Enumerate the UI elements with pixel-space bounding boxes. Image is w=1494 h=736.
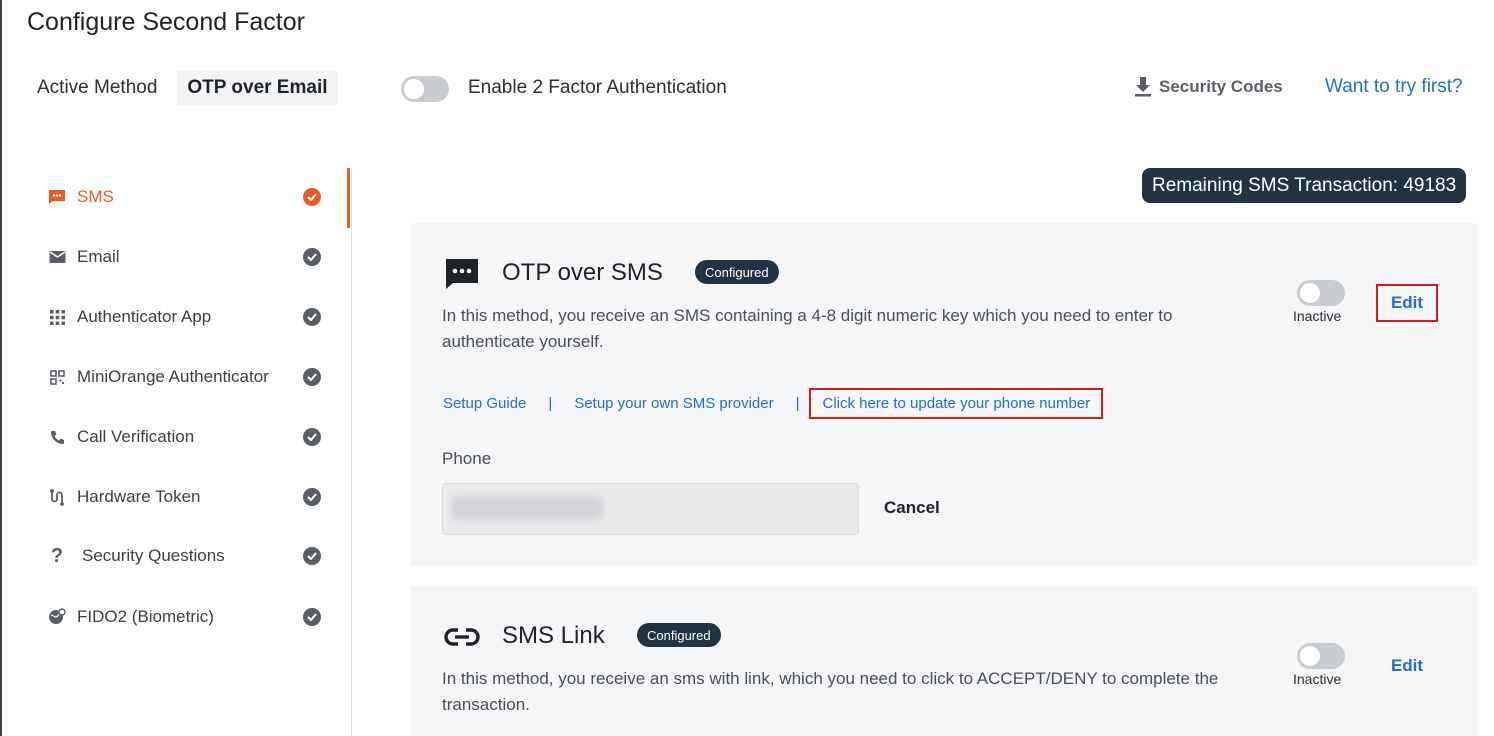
edit-button[interactable]: Edit [1376, 647, 1438, 685]
sms-icon [47, 187, 67, 207]
sidebar-item-label: MiniOrange Authenticator [77, 367, 269, 386]
want-to-try-first-link[interactable]: Want to try first? [1325, 76, 1463, 98]
method-sidebar: SMS Email Authenticator App MiniOrange A… [27, 168, 352, 736]
link-separator: | [795, 395, 800, 412]
remaining-sms-badge: Remaining SMS Transaction: 49183 [1142, 168, 1467, 203]
toggle-knob [1300, 283, 1320, 303]
method-status: Inactive [1293, 671, 1342, 687]
check-circle-icon [303, 368, 321, 386]
sidebar-item-label: Email [77, 247, 120, 266]
sidebar-active-indicator [347, 168, 350, 228]
question-icon: ? [50, 544, 64, 567]
toggle-knob [1300, 646, 1320, 666]
sidebar-item-label: SMS [77, 187, 114, 206]
link-icon [443, 618, 481, 656]
sidebar-item-security-questions[interactable]: ? Security Questions [47, 541, 327, 571]
method-description: In this method, you receive an sms with … [442, 669, 1219, 714]
own-sms-provider-link[interactable]: Setup your own SMS provider [574, 395, 773, 412]
method-description: In this method, you receive an SMS conta… [442, 306, 1173, 351]
cancel-button[interactable]: Cancel [884, 498, 940, 518]
sidebar-item-fido2[interactable]: FIDO2 (Biometric) [47, 602, 327, 632]
active-method-row: Active Method OTP over Email [27, 70, 338, 106]
method-links: Setup Guide | Setup your own SMS provide… [443, 388, 1104, 419]
edit-button[interactable]: Edit [1376, 284, 1438, 322]
security-codes-button[interactable]: Security Codes [1133, 76, 1283, 98]
phone-icon [47, 427, 67, 447]
window-left-edge [0, 0, 2, 736]
method-title: SMS Link [502, 622, 605, 649]
fingerprint-globe-icon [47, 607, 67, 627]
sidebar-item-label: Call Verification [77, 427, 195, 446]
check-circle-icon [303, 547, 321, 565]
sidebar-item-label: Authenticator App [77, 307, 212, 326]
setup-guide-link[interactable]: Setup Guide [443, 395, 526, 412]
sidebar-item-authenticator-app[interactable]: Authenticator App [47, 302, 327, 332]
sms-link-toggle[interactable] [1297, 643, 1345, 669]
check-circle-icon [303, 608, 321, 626]
method-status: Inactive [1293, 308, 1342, 324]
sidebar-item-miniorange-authenticator[interactable]: MiniOrange Authenticator [47, 362, 327, 392]
phone-label: Phone [442, 449, 492, 468]
redacted-phone-value [451, 496, 603, 520]
active-method-label: Active Method [37, 77, 158, 98]
security-codes-label: Security Codes [1159, 77, 1283, 96]
token-icon [47, 487, 67, 507]
enable-2fa-label: Enable 2 Factor Authentication [468, 77, 727, 98]
check-circle-icon [303, 248, 321, 266]
configured-badge: Configured [695, 260, 779, 284]
sidebar-item-label: Hardware Token [77, 487, 201, 506]
grid-icon [47, 307, 67, 327]
sms-link-card: SMS Link Configured In this method, you … [411, 586, 1478, 736]
sidebar-item-call-verification[interactable]: Call Verification [47, 422, 327, 452]
link-separator: | [548, 395, 553, 412]
check-circle-icon [303, 428, 321, 446]
update-phone-link[interactable]: Click here to update your phone number [809, 388, 1104, 419]
sidebar-item-label: Security Questions [82, 546, 225, 565]
configured-badge: Configured [637, 623, 721, 647]
sidebar-item-hardware-token[interactable]: Hardware Token [47, 482, 327, 512]
check-circle-icon [303, 308, 321, 326]
method-title: OTP over SMS [502, 259, 663, 286]
toggle-knob [404, 79, 424, 99]
enable-2fa-toggle[interactable] [401, 76, 449, 102]
otp-over-sms-card: OTP over SMS Configured In this method, … [411, 223, 1478, 566]
sms-chat-icon [443, 255, 481, 293]
phone-input[interactable] [442, 483, 859, 535]
download-icon [1135, 77, 1151, 97]
page-title: Configure Second Factor [27, 8, 305, 36]
email-icon [47, 247, 67, 267]
qr-icon [47, 367, 67, 387]
otp-sms-toggle[interactable] [1297, 280, 1345, 306]
active-method-value: OTP over Email [177, 71, 338, 105]
check-circle-icon [303, 188, 321, 206]
sidebar-item-sms[interactable]: SMS [47, 182, 327, 212]
sidebar-item-label: FIDO2 (Biometric) [77, 607, 214, 626]
sidebar-item-email[interactable]: Email [47, 242, 327, 272]
check-circle-icon [303, 488, 321, 506]
